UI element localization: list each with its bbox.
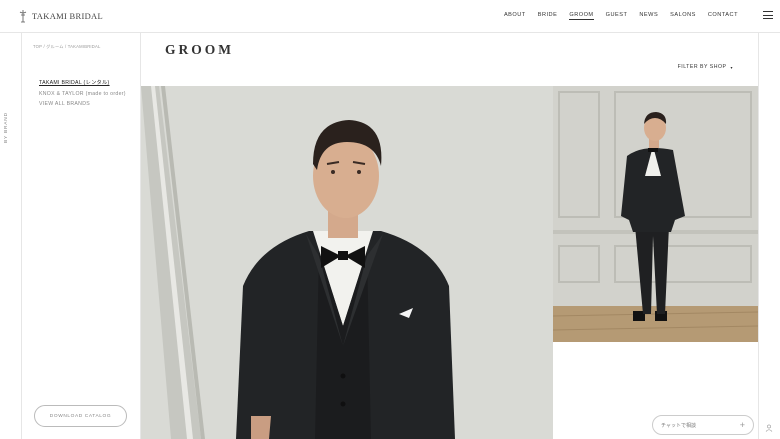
filter-label: FILTER BY SHOP	[677, 64, 727, 70]
brand-item-view-all[interactable]: VIEW ALL BRANDS	[39, 99, 126, 110]
chevron-down-icon: ▾	[730, 64, 733, 70]
groom-full-length-image	[553, 86, 758, 342]
chat-consult-button[interactable]: チャットで相談 +	[652, 415, 754, 435]
breadcrumb: TOP / グルーム / TAKAMIBRIDAL	[33, 44, 101, 50]
brand-item-takami[interactable]: TAKAMI BRIDAL (レンタル)	[39, 78, 126, 89]
groom-portrait-image	[141, 86, 553, 439]
breadcrumb-current: TAKAMIBRIDAL	[67, 44, 101, 49]
brand-sidebar: TOP / グルーム / TAKAMIBRIDAL TAKAMI BRIDAL …	[22, 33, 141, 439]
brand-item-knox-taylor[interactable]: KNOX & TAYLOR (made to order)	[39, 89, 126, 100]
nav-guest[interactable]: GUEST	[606, 12, 628, 20]
nav-bride[interactable]: BRIDE	[538, 12, 558, 20]
page-title: GROOM	[165, 42, 234, 57]
main-nav: ABOUT BRIDE GROOM GUEST NEWS SALONS CONT…	[504, 12, 738, 20]
nav-contact[interactable]: CONTACT	[708, 12, 738, 20]
brand-name: TAKAMI BRIDAL	[32, 11, 103, 21]
site-header: TAKAMI BRIDAL ABOUT BRIDE GROOM GUEST NE…	[0, 0, 780, 33]
right-rail	[758, 33, 780, 439]
groom-photo-full-length[interactable]	[553, 86, 758, 342]
brand-list: TAKAMI BRIDAL (レンタル) KNOX & TAYLOR (made…	[39, 78, 126, 110]
download-catalog-button[interactable]: DOWNLOAD CATALOG	[34, 405, 127, 427]
nav-about[interactable]: ABOUT	[504, 12, 526, 20]
nav-news[interactable]: NEWS	[639, 12, 658, 20]
groom-photo-main[interactable]	[141, 86, 553, 439]
rail-label: BY BRAND	[4, 112, 9, 143]
chat-label: チャットで相談	[661, 422, 696, 429]
logo-emblem-icon	[19, 10, 27, 23]
user-icon[interactable]	[765, 424, 773, 432]
breadcrumb-groom[interactable]: グルーム	[46, 44, 63, 49]
nav-groom[interactable]: GROOM	[569, 12, 594, 20]
breadcrumb-top[interactable]: TOP	[33, 44, 42, 49]
filter-dropdown[interactable]: FILTER BY SHOP ▾	[678, 64, 733, 70]
brand-rail: BY BRAND	[0, 33, 22, 439]
hamburger-menu-icon[interactable]	[763, 11, 773, 20]
brand-logo[interactable]: TAKAMI BRIDAL	[18, 9, 103, 23]
plus-icon: +	[739, 419, 745, 430]
nav-salons[interactable]: SALONS	[670, 12, 696, 20]
